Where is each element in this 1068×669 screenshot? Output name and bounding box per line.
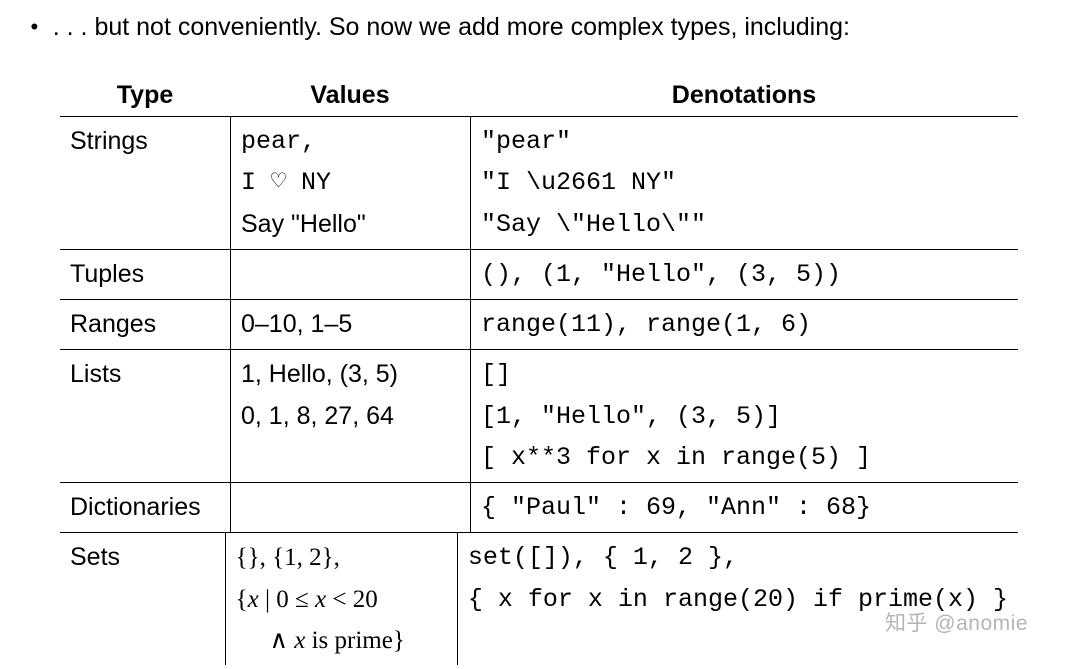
sets-v2-lt: < 20 (326, 586, 378, 613)
cell-type-dicts: Dictionaries (60, 483, 230, 532)
lists-den-1: [] (481, 354, 1008, 395)
cell-type-tuples: Tuples (60, 250, 230, 299)
sets-v3-rest: is prime} (305, 627, 405, 654)
strings-value-2: I ♡ NY (241, 162, 460, 203)
header-denotations: Denotations (470, 75, 1018, 116)
lists-value-3: 0, 1, 8, 27, 64 (241, 396, 460, 437)
sets-value-1: {}, {1, 2}, (236, 537, 447, 578)
row-dicts: Dictionaries { "Paul" : 69, "Ann" : 68} (60, 483, 1018, 533)
cell-den-ranges: range(11), range(1, 6) (470, 300, 1018, 349)
row-strings: Strings pear, I ♡ NY Say "Hello" "pear" … (60, 117, 1018, 250)
types-table: Type Values Denotations Strings pear, I … (60, 75, 1018, 665)
cell-den-dicts: { "Paul" : 69, "Ann" : 68} (470, 483, 1018, 532)
intro-line: • . . . but not conveniently. So now we … (30, 10, 1038, 45)
sets-v2-brace: { (236, 586, 248, 613)
cell-values-strings: pear, I ♡ NY Say "Hello" (230, 117, 470, 249)
cell-values-sets: {}, {1, 2}, {x | 0 ≤ x < 20 ∧ x is prime… (225, 533, 457, 665)
header-values: Values (230, 75, 470, 116)
intro-text: . . . but not conveniently. So now we ad… (53, 10, 850, 45)
row-lists: Lists 1, Hello, (3, 5) 0, 1, 8, 27, 64 [… (60, 350, 1018, 483)
sets-v3-x: x (294, 627, 305, 654)
row-tuples: Tuples (), (1, "Hello", (3, 5)) (60, 250, 1018, 300)
strings-den-2: "I \u2661 NY" (481, 162, 1008, 203)
row-sets: Sets {}, {1, 2}, {x | 0 ≤ x < 20 ∧ x is … (60, 533, 1018, 665)
strings-den-3: "Say \"Hello\"" (481, 204, 1008, 245)
cell-values-ranges: 0–10, 1–5 (230, 300, 470, 349)
cell-type-ranges: Ranges (60, 300, 230, 349)
cell-values-dicts (230, 483, 470, 532)
sets-v2-x: x (248, 586, 259, 613)
sets-v2-bar: | (259, 586, 277, 613)
cell-den-lists: [] [1, "Hello", (3, 5)] [ x**3 for x in … (470, 350, 1018, 482)
cell-values-lists: 1, Hello, (3, 5) 0, 1, 8, 27, 64 (230, 350, 470, 482)
strings-value-1: pear, (241, 121, 460, 162)
bullet-icon: • (30, 10, 39, 45)
sets-value-2: {x | 0 ≤ x < 20 (236, 579, 447, 620)
cell-den-tuples: (), (1, "Hello", (3, 5)) (470, 250, 1018, 299)
sets-v3-and: ∧ (270, 627, 295, 654)
cell-den-sets: set([]), { 1, 2 }, { x for x in range(20… (457, 533, 1018, 665)
table-header-row: Type Values Denotations (60, 75, 1018, 117)
sets-den-2: { x for x in range(20) if prime(x) } (468, 579, 1008, 620)
strings-den-1: "pear" (481, 121, 1008, 162)
lists-den-2: [1, "Hello", (3, 5)] (481, 396, 1008, 437)
cell-type-strings: Strings (60, 117, 230, 249)
header-type: Type (60, 75, 230, 116)
strings-value-3: Say "Hello" (241, 204, 460, 245)
lists-den-3: [ x**3 for x in range(5) ] (481, 437, 1008, 478)
row-ranges: Ranges 0–10, 1–5 range(11), range(1, 6) (60, 300, 1018, 350)
cell-values-tuples (230, 250, 470, 299)
lists-value-2: 1, Hello, (3, 5) (241, 354, 460, 395)
sets-value-3: ∧ x is prime} (236, 620, 447, 661)
sets-den-1: set([]), { 1, 2 }, (468, 537, 1008, 578)
cell-type-lists: Lists (60, 350, 230, 482)
cell-type-sets: Sets (60, 533, 225, 665)
cell-den-strings: "pear" "I \u2661 NY" "Say \"Hello\"" (470, 117, 1018, 249)
sets-v2-x2: x (315, 586, 326, 613)
sets-v2-rel: 0 ≤ (276, 586, 315, 613)
